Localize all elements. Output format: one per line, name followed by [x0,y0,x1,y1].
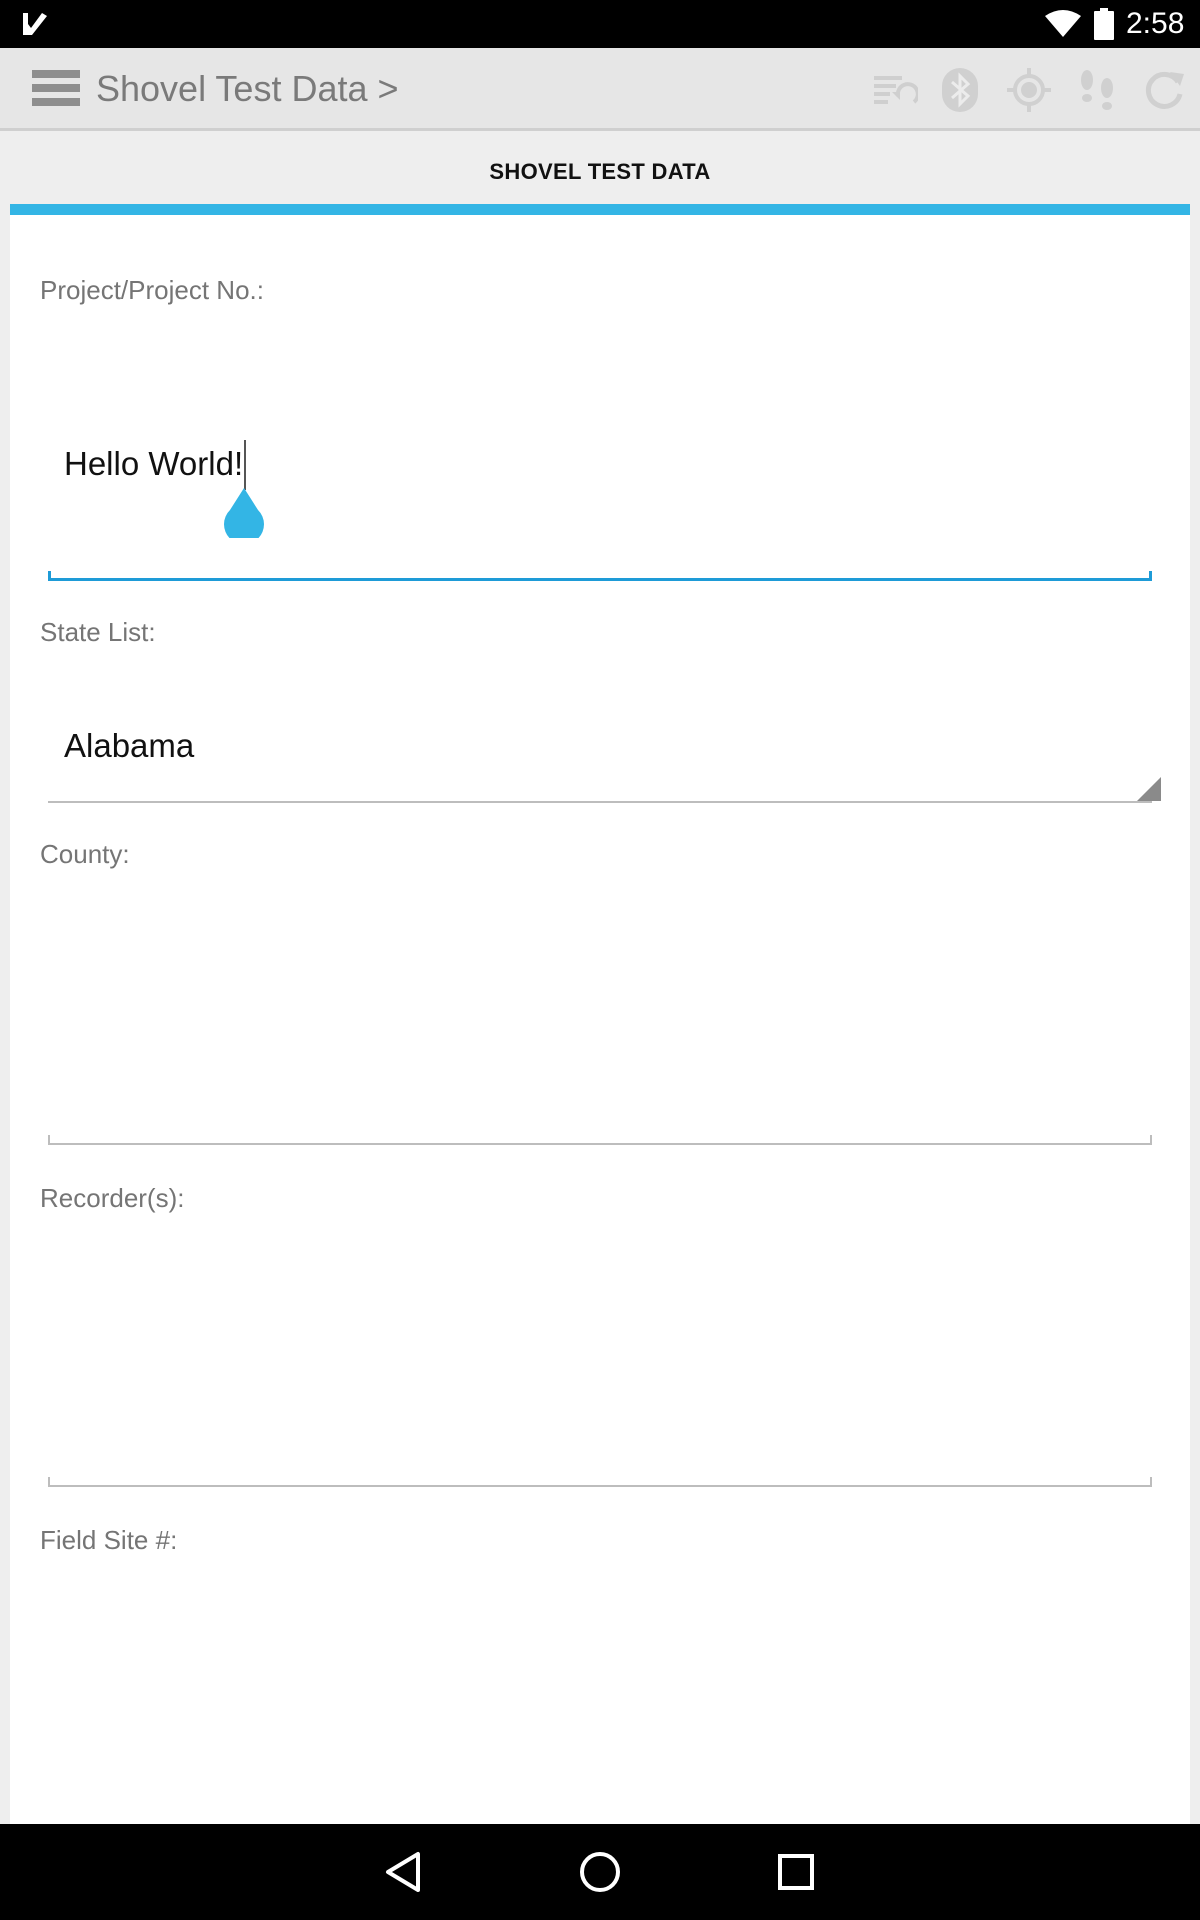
bluetooth-icon[interactable] [936,66,984,114]
refresh-icon[interactable] [1140,66,1188,114]
gps-icon[interactable] [1005,66,1053,114]
wifi-icon [1045,10,1081,37]
state-label: State List: [40,617,156,647]
project-input[interactable]: Hello World! [64,445,243,483]
menu-icon[interactable] [30,68,82,108]
recents-icon[interactable] [770,1846,822,1898]
tab-shovel-test-data[interactable]: SHOVEL TEST DATA [0,159,1200,185]
navigation-bar [0,1824,1200,1920]
text-cursor [244,440,246,490]
sync-list-icon[interactable] [870,66,918,114]
tab-indicator [10,204,1190,215]
project-label: Project/Project No.: [40,275,264,305]
footsteps-icon[interactable] [1073,66,1121,114]
home-icon[interactable] [574,1846,626,1898]
field-site-label: Field Site #: [40,1525,178,1555]
tab-bar: SHOVEL TEST DATA [0,131,1200,205]
text-selection-handle-icon[interactable] [223,488,265,538]
status-clock: 2:58 [1126,7,1185,40]
project-input-underline [48,571,1152,581]
county-input-underline [48,1135,1152,1145]
app-notification-icon [23,13,47,35]
battery-icon [1094,8,1114,40]
dropdown-arrow-icon[interactable] [1137,777,1161,801]
county-label: County: [40,839,130,869]
back-icon[interactable] [378,1846,430,1898]
recorders-label: Recorder(s): [40,1183,185,1213]
state-spinner-underline [48,801,1152,803]
state-spinner[interactable]: Alabama [64,727,194,765]
action-bar: Shovel Test Data > [0,48,1200,131]
screen-title[interactable]: Shovel Test Data > [96,68,399,110]
recorders-input-underline [48,1477,1152,1487]
status-bar: 2:58 [0,0,1200,48]
form-panel: Project/Project No.: Hello World! State … [10,215,1190,1825]
